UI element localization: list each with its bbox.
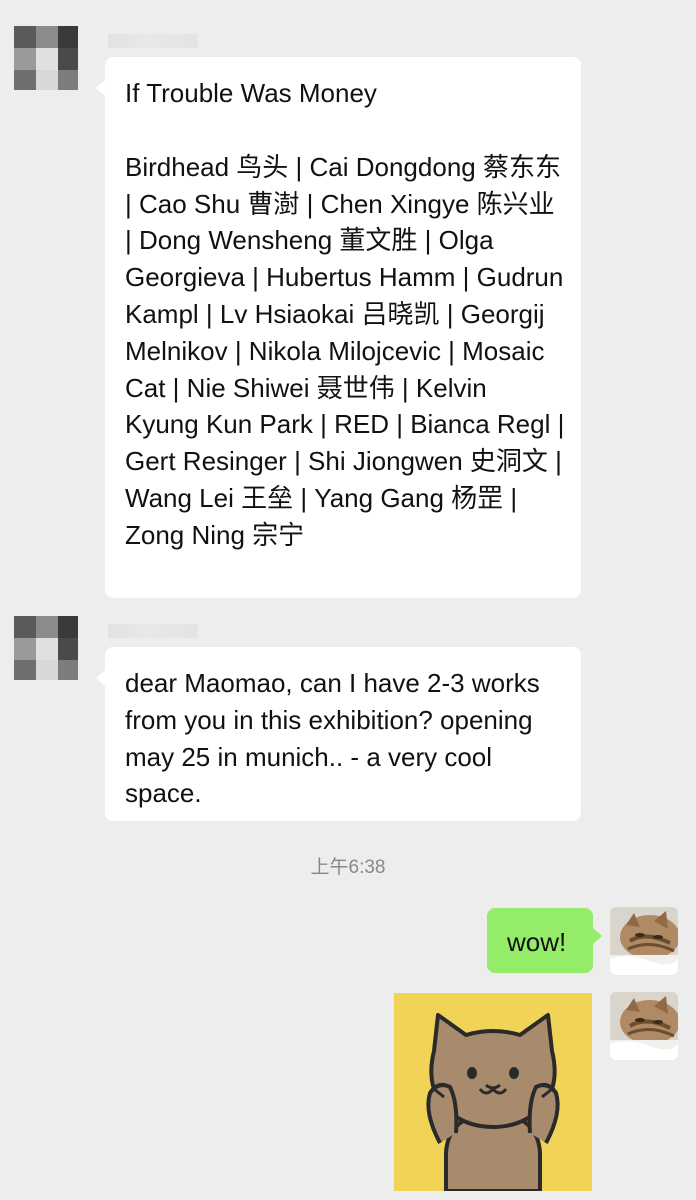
message-title: If Trouble Was Money bbox=[125, 78, 377, 108]
cat-cheeks-sticker[interactable] bbox=[394, 993, 592, 1193]
message-bubble-outgoing[interactable]: wow! bbox=[487, 908, 602, 973]
chat-timestamp: 上午6:38 bbox=[310, 857, 386, 878]
cat-photo-avatar-icon[interactable] bbox=[610, 992, 678, 1060]
sender-name-blurred bbox=[108, 34, 198, 48]
message-artist-list: Birdhead 鸟头 | Cai Dongdong 蔡东东 | Cao Shu… bbox=[125, 151, 565, 550]
message-bubble-request[interactable]: dear Maomao, can I have 2-3 works from y… bbox=[96, 647, 581, 821]
sender-name-blurred bbox=[108, 624, 198, 638]
cat-photo-avatar-icon[interactable] bbox=[610, 907, 678, 975]
message-bubble-exhibition[interactable]: If Trouble Was Money Birdhead 鸟头 | Cai D… bbox=[96, 57, 581, 598]
sender-avatar-icon[interactable] bbox=[14, 26, 78, 90]
message-outgoing-text: wow! bbox=[507, 927, 567, 957]
message-request-text: dear Maomao, can I have 2-3 works from y… bbox=[125, 668, 540, 809]
sender-avatar-icon[interactable] bbox=[14, 616, 78, 680]
